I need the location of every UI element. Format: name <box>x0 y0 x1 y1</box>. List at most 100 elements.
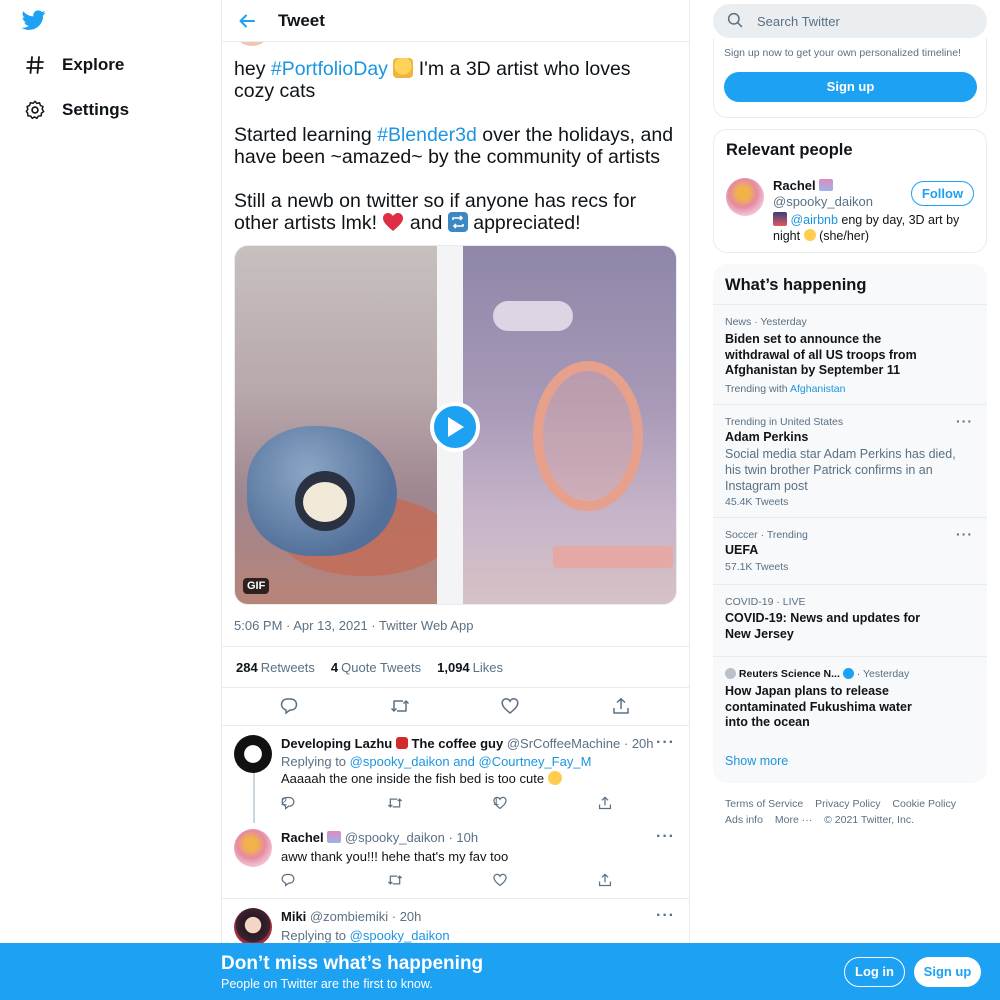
media-left-panel <box>235 246 450 604</box>
nav-settings[interactable]: Settings <box>24 95 129 125</box>
retweet-icon[interactable] <box>390 697 410 717</box>
likes-count: 1,094 <box>437 659 470 675</box>
person-handle[interactable]: @spooky_daikon <box>773 194 873 209</box>
tweet-media-gif[interactable]: GIF <box>234 245 677 605</box>
replying-to: Replying to @spooky_daikon <box>281 928 450 943</box>
trend-item[interactable]: Trending in United States ··· Adam Perki… <box>713 404 987 516</box>
verified-badge-icon <box>842 668 854 679</box>
replying-to-handles[interactable]: @spooky_daikon and @Courtney_Fay_M <box>350 754 592 769</box>
search-bar[interactable]: Search Twitter <box>713 4 987 38</box>
reply-reply-action[interactable]: 2 <box>281 796 295 810</box>
trend-context: Trending in United States <box>725 416 844 428</box>
sidebar-signup-button[interactable]: Sign up <box>724 72 977 102</box>
quote-tweets-stat[interactable]: 4 Quote Tweets <box>331 660 421 675</box>
relevant-people-card: Relevant people Rachel @spooky_daikon Fo… <box>713 129 987 253</box>
replying-prefix: Replying to <box>281 928 350 943</box>
table-shape <box>553 546 673 568</box>
avatar[interactable] <box>234 829 272 867</box>
reply-author-handle[interactable]: @SrCoffeeMachine <box>507 736 620 751</box>
bio-airbnb-link[interactable]: @airbnb <box>790 213 837 227</box>
fish-bed-shape <box>247 426 397 556</box>
replying-to-handles[interactable]: @spooky_daikon <box>350 928 450 943</box>
footer-link-more[interactable]: More ··· <box>775 814 812 826</box>
reply-time[interactable]: · 20h <box>392 909 422 924</box>
reply-share-action[interactable] <box>598 873 612 887</box>
more-options-icon[interactable]: ··· <box>656 734 675 752</box>
reply-time[interactable]: · 20h <box>624 736 654 751</box>
reply-count: 2 <box>281 796 288 808</box>
reply-reply-action[interactable] <box>281 873 295 887</box>
play-button-icon[interactable] <box>430 402 480 452</box>
likes-stat[interactable]: 1,094 Likes <box>437 660 503 675</box>
trend-source-name: Reuters Science N... <box>738 668 840 680</box>
hashtag-portfolioday[interactable]: #PortfolioDay <box>271 58 388 80</box>
trend-context: COVID-19 · LIVE <box>725 596 806 608</box>
reply-like-action[interactable] <box>493 873 507 887</box>
trend-item[interactable]: News · Yesterday Biden set to announce t… <box>713 304 987 404</box>
media-right-panel <box>463 246 676 604</box>
trend-link[interactable]: Afghanistan <box>790 383 845 395</box>
show-more-link[interactable]: Show more <box>725 754 788 768</box>
tweet-text-segment: and <box>404 212 448 234</box>
trend-item[interactable]: Reuters Science N... · Yesterday How Jap… <box>713 656 987 741</box>
retweets-label: Retweets <box>260 659 315 675</box>
back-arrow-icon[interactable] <box>236 10 258 32</box>
crescent-moon-emoji-icon <box>803 229 816 241</box>
reply-header: Rachel @spooky_daikon · 10h <box>281 830 478 845</box>
retweets-stat[interactable]: 284 Retweets <box>236 660 315 675</box>
more-options-icon[interactable]: ··· <box>956 413 973 429</box>
nav-explore[interactable]: Explore <box>24 50 124 80</box>
more-options-icon[interactable]: ··· <box>656 907 675 925</box>
person-name[interactable]: Rachel <box>773 178 834 193</box>
retweet-icon <box>387 798 403 808</box>
footer-link-privacy[interactable]: Privacy Policy <box>815 798 880 810</box>
replying-to: Replying to @spooky_daikon and @Courtney… <box>281 754 591 769</box>
follow-button[interactable]: Follow <box>911 181 974 206</box>
whats-happening-title: What’s happening <box>725 276 867 294</box>
nav-explore-label: Explore <box>62 55 125 74</box>
avatar[interactable] <box>234 908 272 946</box>
trend-item[interactable]: Soccer · Trending ··· UEFA 57.1K Tweets <box>713 517 987 583</box>
more-options-icon[interactable]: ··· <box>956 526 973 542</box>
hashtag-blender3d[interactable]: #Blender3d <box>377 124 477 146</box>
avatar[interactable] <box>726 178 764 216</box>
reply-retweet-action[interactable] <box>387 796 403 810</box>
trend-item[interactable]: COVID-19 · LIVE COVID-19: News and updat… <box>713 584 987 655</box>
trend-title: How Japan plans to release contaminated … <box>725 684 912 729</box>
reply-author-name[interactable]: Miki <box>281 909 306 924</box>
like-heart-icon <box>493 873 507 887</box>
retweets-count: 284 <box>236 659 258 675</box>
footer-link-cookie[interactable]: Cookie Policy <box>892 798 956 810</box>
footer-link-ads[interactable]: Ads info <box>725 814 763 826</box>
more-options-icon[interactable]: ··· <box>656 828 675 846</box>
reply-like-action[interactable]: 1 <box>493 796 507 810</box>
reply-tweet[interactable]: Rachel @spooky_daikon · 10h ··· aww than… <box>222 822 689 899</box>
share-icon[interactable] <box>612 697 632 717</box>
city-emoji-icon <box>773 212 787 226</box>
reply-share-action[interactable] <box>598 796 612 810</box>
reply-author-name[interactable]: Developing Lazhu <box>281 736 392 751</box>
reply-tweet[interactable]: Developing Lazhu The coffee guy @SrCoffe… <box>222 726 689 822</box>
bottom-subtext: People on Twitter are the first to know. <box>221 977 433 991</box>
tweet-timestamp[interactable]: 5:06 PM · Apr 13, 2021 · Twitter Web App <box>234 618 473 633</box>
gif-badge: GIF <box>243 578 270 594</box>
retweet-icon <box>387 875 403 885</box>
signup-button[interactable]: Sign up <box>914 957 981 987</box>
avatar[interactable] <box>234 735 272 773</box>
reply-author-name[interactable]: Rachel <box>281 830 324 845</box>
search-input[interactable]: Search Twitter <box>757 14 840 29</box>
reply-time[interactable]: · 10h <box>448 830 478 845</box>
twitter-logo-icon[interactable] <box>21 8 46 32</box>
reply-icon[interactable] <box>280 697 300 717</box>
reply-retweet-action[interactable] <box>387 873 403 887</box>
footer-link-terms[interactable]: Terms of Service <box>725 798 803 810</box>
unicorn-flag-emoji-icon <box>327 831 342 843</box>
login-button[interactable]: Log in <box>844 957 905 987</box>
like-heart-icon[interactable] <box>501 697 521 717</box>
sleeping-cat-shape <box>303 482 347 522</box>
gear-icon <box>24 99 46 121</box>
reply-author-handle[interactable]: @zombiemiki <box>310 909 388 924</box>
reply-author-name-suffix[interactable]: The coffee guy <box>411 736 503 751</box>
reply-author-handle[interactable]: @spooky_daikon <box>345 830 445 845</box>
quotes-count: 4 <box>330 659 339 675</box>
